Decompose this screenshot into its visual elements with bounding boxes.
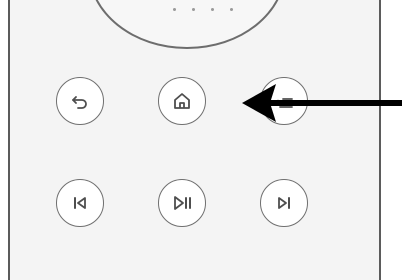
dot [230, 7, 233, 11]
next-button[interactable] [260, 179, 308, 227]
remote-illustration [0, 0, 404, 280]
pointer-arrow-icon [242, 84, 402, 122]
dpad-center-dots [173, 5, 233, 13]
play-pause-icon [174, 196, 191, 210]
home-button[interactable] [158, 77, 206, 125]
back-button[interactable] [56, 77, 104, 125]
skip-next-icon [278, 197, 290, 209]
back-arrow-icon [72, 96, 87, 109]
home-icon [174, 93, 190, 109]
dot [192, 7, 195, 11]
dot [211, 7, 214, 11]
dot [173, 7, 176, 11]
play-pause-button[interactable] [158, 179, 206, 227]
previous-button[interactable] [56, 179, 104, 227]
skip-previous-icon [74, 197, 86, 209]
